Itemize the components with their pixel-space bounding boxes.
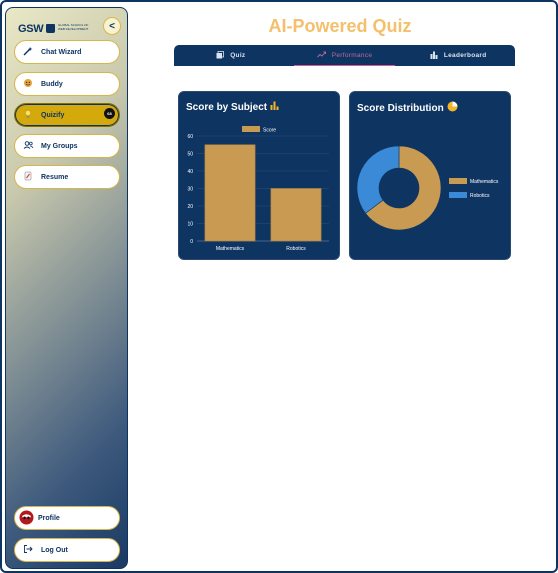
sidebar-item-label: My Groups bbox=[41, 142, 78, 150]
sidebar-item-label: Profile bbox=[38, 514, 60, 522]
legend-swatch-score bbox=[242, 126, 260, 132]
sidebar-item-label: Buddy bbox=[41, 80, 63, 88]
tab-leaderboard[interactable]: Leaderboard bbox=[401, 45, 515, 66]
sidebar-item-label: Quizify bbox=[41, 111, 65, 119]
score-distribution-card: Score Distribution Mathematics Robotics bbox=[349, 91, 511, 260]
logo-mark-icon bbox=[46, 24, 55, 33]
group-icon bbox=[22, 140, 34, 152]
tab-label: Leaderboard bbox=[443, 52, 487, 59]
bar-robotics bbox=[270, 188, 322, 242]
sidebar-item-quizify[interactable]: Quizify 68 bbox=[14, 103, 120, 127]
sidebar-item-profile[interactable]: Profile bbox=[14, 506, 120, 530]
slice-robotics bbox=[356, 145, 400, 214]
bars-icon bbox=[430, 51, 438, 61]
tab-label: Performance bbox=[331, 52, 373, 59]
pie-chart: Mathematics Robotics bbox=[356, 145, 499, 231]
bar-chart: Score 0 10 20 30 40 50 60 Mathematics Robotics bbox=[187, 126, 329, 252]
logout-button[interactable]: Log Out bbox=[14, 538, 120, 562]
y-tick-label: 20 bbox=[187, 204, 193, 210]
sidebar-item-chat-wizard[interactable]: Chat Wizard bbox=[14, 40, 120, 64]
legend-label-robotics: Robotics bbox=[470, 193, 490, 199]
tab-performance[interactable]: Performance bbox=[288, 45, 402, 66]
legend-label-mathematics: Mathematics bbox=[470, 179, 499, 185]
logo-subtitle: GLOBAL SCHOOL OF WEB DEVELOPMENT bbox=[58, 23, 89, 31]
logo-text: GSW bbox=[18, 23, 44, 35]
buddy-icon bbox=[22, 78, 34, 90]
resume-icon bbox=[22, 171, 34, 183]
sidebar-item-label: Resume bbox=[41, 173, 69, 181]
y-tick-label: 50 bbox=[187, 151, 193, 157]
wand-icon bbox=[22, 46, 34, 58]
legend-swatch-robotics bbox=[449, 192, 467, 198]
sidebar-item-resume[interactable]: Resume bbox=[14, 165, 120, 189]
sidebar: GSW GLOBAL SCHOOL OF WEB DEVELOPMENT < C… bbox=[5, 7, 128, 569]
legend-swatch-mathematics bbox=[449, 178, 467, 184]
page-title: AI-Powered Quiz bbox=[268, 16, 412, 36]
trend-icon bbox=[316, 51, 326, 60]
sidebar-item-label: Log Out bbox=[41, 546, 68, 554]
x-tick-label: Robotics bbox=[286, 246, 306, 252]
y-tick-label: 60 bbox=[187, 134, 193, 140]
logout-icon bbox=[22, 544, 34, 556]
bar-mathematics bbox=[204, 144, 256, 242]
tab-quiz[interactable]: Quiz bbox=[174, 45, 288, 66]
tab-label: Quiz bbox=[230, 52, 246, 59]
tab-bar: Quiz Performance Leaderboard bbox=[174, 45, 515, 66]
collapse-sidebar-button[interactable]: < bbox=[103, 17, 121, 35]
sidebar-item-label: Chat Wizard bbox=[41, 48, 82, 56]
y-tick-label: 30 bbox=[187, 186, 193, 192]
lightbulb-icon bbox=[22, 109, 34, 121]
sidebar-item-my-groups[interactable]: My Groups bbox=[14, 134, 120, 158]
legend-label-score: Score bbox=[263, 128, 276, 134]
avatar bbox=[19, 510, 34, 527]
y-tick-label: 10 bbox=[187, 221, 193, 227]
x-tick-label: Mathematics bbox=[216, 246, 245, 252]
y-tick-label: 0 bbox=[190, 239, 193, 245]
y-tick-label: 40 bbox=[187, 169, 193, 175]
quiz-icon bbox=[216, 50, 225, 61]
score-by-subject-card: Score by Subject Score 0 10 20 30 40 50 60 Mathe… bbox=[178, 91, 340, 260]
quizify-count-badge: 68 bbox=[104, 108, 115, 119]
sidebar-item-buddy[interactable]: Buddy bbox=[14, 72, 120, 96]
